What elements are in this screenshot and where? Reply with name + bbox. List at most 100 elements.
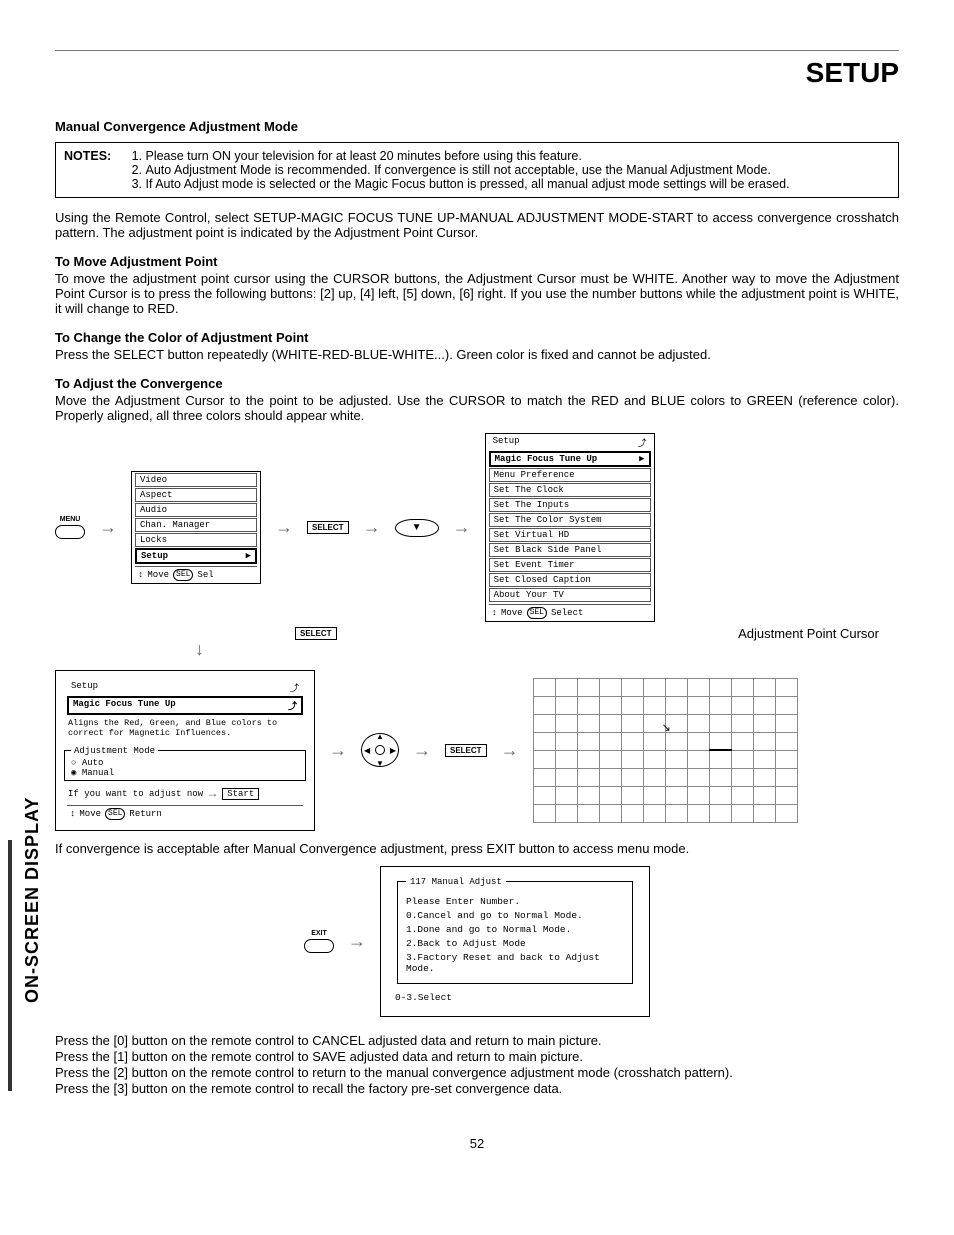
exit-fieldset-legend: 117 Manual Adjust [406,877,506,887]
arrow-down-icon: ↓ [195,639,204,660]
adjustment-cursor-label: Adjustment Point Cursor [738,626,879,641]
note-item: Auto Adjustment Mode is recommended. If … [145,163,883,177]
menu-item-selected[interactable]: Magic Focus Tune Up ⤴ [67,696,303,715]
exit-line: 0.Cancel and go to Normal Mode. [406,910,624,921]
arrow-right-icon: → [329,740,347,761]
submenu-arrow-icon: ▶ [639,454,644,464]
exit-fieldset: 117 Manual Adjust Please Enter Number. 0… [397,877,633,984]
radio-auto[interactable]: ○ Auto [71,758,299,768]
sel-pill-icon: SEL [173,569,193,581]
menu-remote-button[interactable]: MENU [55,516,85,539]
panel-description: Aligns the Red, Green, and Blue colors t… [64,716,306,742]
remote-button-label: EXIT [311,930,327,937]
intro-paragraph: Using the Remote Control, select SETUP-M… [55,210,899,240]
subheading-color: To Change the Color of Adjustment Point [55,330,899,345]
body-move: To move the adjustment point cursor usin… [55,271,899,316]
menu-item-label: Magic Focus Tune Up [495,454,598,464]
menu-item-selected[interactable]: Setup ▶ [135,548,257,564]
start-row: If you want to adjust now → Start [64,785,306,803]
adjustment-mode-fieldset: Adjustment Mode ○ Auto ◉ Manual [64,746,306,781]
chevron-down-icon: ▼ [412,522,422,533]
footer-move: Move [79,809,101,819]
arrow-right-icon: → [99,517,117,538]
menu-item[interactable]: Aspect [135,488,257,502]
chevron-left-icon: ◀ [364,746,370,755]
side-band: ON-SCREEN DISPLAY [8,840,36,1091]
menu-item[interactable]: Locks [135,533,257,547]
menu-item[interactable]: Set Virtual HD [489,528,651,542]
exit-line: 2.Back to Adjust Mode [406,938,624,949]
osd-setup-menu: Setup ⤴ Magic Focus Tune Up ▶ Menu Prefe… [485,433,655,622]
menu-item[interactable]: Set The Clock [489,483,651,497]
chevron-right-icon: ▶ [390,746,396,755]
cursor-pad-button[interactable]: ▲ ◀ ▶ ▼ [361,733,399,767]
footer-return: Return [129,809,161,819]
menu-item[interactable]: About Your TV [489,588,651,602]
exit-line: 1.Done and go to Normal Mode. [406,924,624,935]
start-button[interactable]: Start [222,788,259,800]
subheading-move: To Move Adjustment Point [55,254,899,269]
down-oval-button[interactable]: ▼ [395,519,439,537]
menu-footer: ↕ Move SEL Select [489,604,651,621]
diagram-row-1: MENU → Video Aspect Audio Chan. Manager … [55,433,899,622]
diagram-row-2: Setup ⤴ Magic Focus Tune Up ⤴ Aligns the… [55,670,899,831]
press-line: Press the [2] button on the remote contr… [55,1065,899,1080]
menu-item[interactable]: Video [135,473,257,487]
menu-item[interactable]: Set Closed Caption [489,573,651,587]
menu-item-selected[interactable]: Magic Focus Tune Up ▶ [489,451,651,467]
exit-line: 3.Factory Reset and back to Adjust Mode. [406,952,624,974]
start-prompt: If you want to adjust now [68,789,203,799]
after-adjust-line: If convergence is acceptable after Manua… [55,841,899,856]
notes-box: NOTES: Please turn ON your television fo… [55,142,899,198]
notes-label: NOTES: [64,149,124,163]
menu-item-label: Setup [141,551,168,561]
select-button-label[interactable]: SELECT [445,744,487,757]
osd-main-menu: Video Aspect Audio Chan. Manager Locks S… [131,471,261,584]
menu-title: Setup ⤴ [489,435,651,450]
oval-button-icon [304,939,334,953]
footer-move: Move [501,608,523,618]
menu-title: Setup ⤴ [67,680,303,695]
menu-item[interactable]: Set Event Timer [489,558,651,572]
chevron-down-icon: ▼ [376,759,384,768]
chevron-up-icon: ▲ [376,732,384,741]
fieldset-legend: Adjustment Mode [71,746,158,756]
press-line: Press the [0] button on the remote contr… [55,1033,899,1048]
cursor-center-icon [375,745,385,755]
exit-footer: 0-3.Select [395,992,635,1003]
exit-remote-button[interactable]: EXIT [304,930,334,953]
menu-item[interactable]: Menu Preference [489,468,651,482]
menu-title-label: Setup [71,681,98,694]
osd-magic-focus-panel: Setup ⤴ Magic Focus Tune Up ⤴ Aligns the… [55,670,315,831]
crosshatch-grid: ↘ [533,678,798,823]
press-line: Press the [1] button on the remote contr… [55,1049,899,1064]
arrow-right-icon: → [348,931,366,952]
menu-item[interactable]: Chan. Manager [135,518,257,532]
remote-button-label: MENU [60,516,81,523]
exit-diagram-row: EXIT → 117 Manual Adjust Please Enter Nu… [55,866,899,1017]
menu-item-label: Magic Focus Tune Up [73,699,176,712]
menu-item[interactable]: Set Black Side Panel [489,543,651,557]
return-arrow-icon: ⤴ [288,699,297,712]
submenu-arrow-icon: ▶ [246,551,251,561]
page-number: 52 [55,1136,899,1151]
footer-move: Move [147,570,169,580]
sel-pill-icon: SEL [527,607,547,619]
footer-sel: Sel [197,570,213,580]
menu-item[interactable]: Set The Color System [489,513,651,527]
arrow-right-icon: → [363,517,381,538]
select-button-label[interactable]: SELECT [295,627,337,640]
footer-select: Select [551,608,583,618]
return-arrow-icon: ⤴ [638,436,647,449]
radio-manual[interactable]: ◉ Manual [71,768,299,778]
subheading-adjust: To Adjust the Convergence [55,376,899,391]
menu-title-label: Setup [493,436,520,449]
notes-list: Please turn ON your television for at le… [127,149,883,191]
arrow-right-icon: → [501,740,519,761]
menu-item[interactable]: Set The Inputs [489,498,651,512]
arrow-right-icon: → [413,740,431,761]
oval-button-icon [55,525,85,539]
select-button-label[interactable]: SELECT [307,521,349,534]
return-arrow-icon: ⤴ [290,681,299,694]
menu-item[interactable]: Audio [135,503,257,517]
